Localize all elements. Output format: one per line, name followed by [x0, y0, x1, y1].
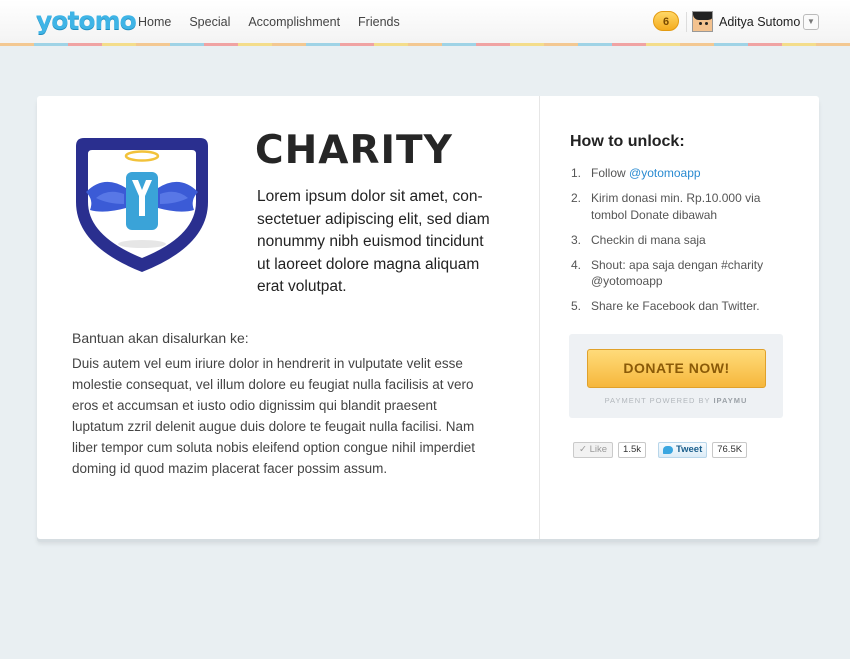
- badge-title: CHARITY: [255, 128, 453, 173]
- nav-special[interactable]: Special: [189, 15, 230, 29]
- column-divider: [539, 96, 540, 539]
- badge-intro: Lorem ipsum dolor sit amet, con-sectetue…: [257, 188, 490, 295]
- main-nav: Home Special Accomplishment Friends: [138, 15, 418, 29]
- avatar[interactable]: [692, 11, 713, 32]
- social-buttons: ✓ Like 1.5k Tweet 76.5K: [573, 442, 748, 458]
- nav-friends[interactable]: Friends: [358, 15, 400, 29]
- yotomo-logo[interactable]: yotomo: [36, 6, 137, 35]
- header-divider: [686, 12, 687, 32]
- twitter-bird-icon: [663, 446, 674, 454]
- nav-home[interactable]: Home: [138, 15, 171, 29]
- list-item: 4. Shout: apa saja dengan #charity @yoto…: [571, 257, 764, 289]
- tweet-button[interactable]: Tweet: [658, 442, 708, 458]
- payment-powered-label: PAYMENT POWERED BY IPAYMU: [604, 396, 748, 405]
- notification-badge[interactable]: 6: [653, 11, 679, 31]
- unlock-steps: 1. Follow @yotomoapp 2. Kirim donasi min…: [571, 165, 771, 323]
- like-button[interactable]: ✓ Like: [573, 442, 614, 458]
- yotomoapp-link[interactable]: @yotomoapp: [629, 166, 701, 180]
- list-item: 1. Follow @yotomoapp: [571, 166, 701, 180]
- charity-card: CHARITY Lorem ipsum dolor sit amet, con-…: [37, 96, 819, 539]
- donate-button[interactable]: DONATE NOW!: [587, 349, 766, 388]
- aid-body: Duis autem vel eum iriure dolor in hendr…: [72, 356, 475, 476]
- list-item: 3. Checkin di mana saja: [571, 232, 706, 247]
- tweet-count: 76.5K: [712, 442, 748, 458]
- list-item: 5. Share ke Facebook dan Twitter.: [571, 299, 760, 313]
- user-name[interactable]: Aditya Sutomo: [719, 15, 800, 29]
- donate-panel: DONATE NOW! PAYMENT POWERED BY IPAYMU: [569, 334, 783, 418]
- chevron-down-icon[interactable]: ▼: [803, 14, 819, 30]
- header-stripe: [0, 43, 850, 46]
- thumbs-up-icon: ✓: [579, 444, 590, 455]
- like-count: 1.5k: [618, 442, 647, 458]
- list-item: 2. Kirim donasi min. Rp.10.000 via tombo…: [571, 191, 761, 222]
- aid-heading: Bantuan akan disalurkan ke:: [72, 330, 249, 346]
- nav-accomplishment[interactable]: Accomplishment: [248, 15, 340, 29]
- angel-y-shield-icon: [76, 138, 208, 272]
- top-navbar: yotomo Home Special Accomplishment Frien…: [0, 0, 850, 46]
- unlock-title: How to unlock:: [570, 133, 685, 150]
